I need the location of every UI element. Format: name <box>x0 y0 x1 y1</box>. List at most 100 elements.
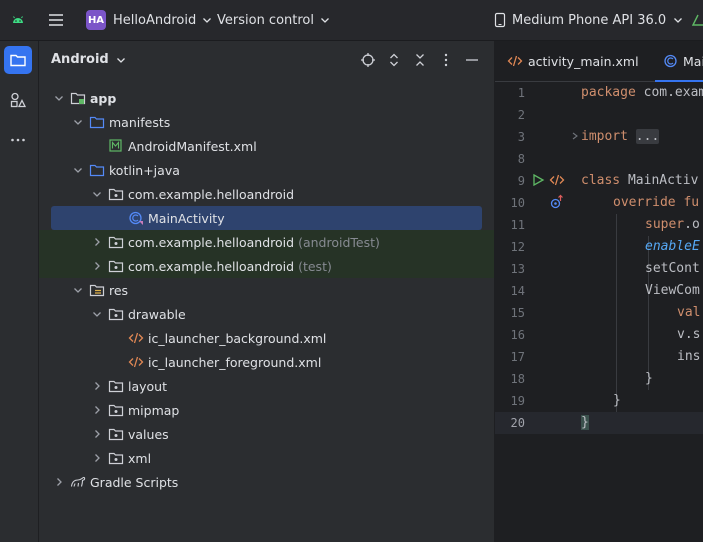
project-badge: HA <box>86 10 106 30</box>
line-number: 15 <box>510 306 525 320</box>
tree-item-kotlin-java[interactable]: kotlin+java <box>39 158 494 182</box>
kotlin-class-icon <box>663 53 679 69</box>
chevron-down-icon[interactable] <box>91 308 103 320</box>
module-folder-icon <box>70 90 86 106</box>
tree-item-label: com.example.helloandroid <box>128 234 295 250</box>
tree-item-drawable[interactable]: drawable <box>39 302 494 326</box>
tree-item-xml[interactable]: xml <box>39 446 494 470</box>
code-line: ViewCom <box>645 283 700 298</box>
override-gutter-icon[interactable] <box>549 194 565 210</box>
tree-item-layout[interactable]: layout <box>39 374 494 398</box>
line-number: 20 <box>510 416 525 430</box>
chevron-right-icon[interactable] <box>91 404 103 416</box>
more-tools-button[interactable] <box>4 126 32 154</box>
xml-file-icon <box>128 354 144 370</box>
code-area[interactable]: package com.exam import ... class MainAc… <box>581 82 703 542</box>
tree-item-ic-launcher-background[interactable]: ic_launcher_background.xml <box>39 326 494 350</box>
package-icon <box>108 234 124 250</box>
tree-item-label: manifests <box>109 114 171 130</box>
android-logo-icon <box>10 0 26 40</box>
tree-item-app[interactable]: app <box>39 86 494 110</box>
main-menu-button[interactable] <box>47 0 65 40</box>
chevron-right-icon[interactable] <box>91 452 103 464</box>
project-panel-header: Android <box>39 41 494 81</box>
collapse-all-icon[interactable] <box>412 52 428 68</box>
tree-item-main-activity[interactable]: MainActivity <box>51 206 482 230</box>
manifest-file-icon <box>108 138 124 154</box>
shapes-icon <box>10 92 27 108</box>
line-number: 1 <box>517 86 525 100</box>
tree-item-label: kotlin+java <box>109 162 180 178</box>
locate-icon[interactable] <box>360 52 376 68</box>
tree-item-label: values <box>128 426 169 442</box>
project-selector[interactable]: HA HelloAndroid <box>86 0 214 40</box>
code-line: class MainActiv <box>581 173 699 188</box>
chevron-down-icon <box>321 18 329 23</box>
chevron-right-icon[interactable] <box>91 260 103 272</box>
tab-activity-main-xml[interactable]: activity_main.xml <box>507 41 639 81</box>
device-selector[interactable]: Medium Phone API 36.0 <box>493 0 685 40</box>
project-tool-button[interactable] <box>4 46 32 74</box>
layout-gutter-icon[interactable] <box>549 173 565 187</box>
line-number: 13 <box>510 262 525 276</box>
tab-label: activity_main.xml <box>528 53 639 69</box>
device-name: Medium Phone API 36.0 <box>512 12 667 28</box>
package-icon <box>108 450 124 466</box>
tree-item-res[interactable]: res <box>39 278 494 302</box>
hide-panel-icon[interactable] <box>464 52 480 68</box>
run-gutter-icon[interactable] <box>531 173 545 187</box>
chevron-right-icon[interactable] <box>91 428 103 440</box>
run-indicator-icon[interactable] <box>692 0 703 40</box>
package-icon <box>108 426 124 442</box>
tree-item-label: res <box>109 282 129 298</box>
code-line: setCont <box>645 261 700 276</box>
line-number: 16 <box>510 328 525 342</box>
gradle-icon <box>70 474 86 490</box>
chevron-down-icon[interactable] <box>91 188 103 200</box>
chevron-right-icon[interactable] <box>91 380 103 392</box>
chevron-right-icon[interactable] <box>53 476 65 488</box>
chevron-down-icon <box>674 18 683 23</box>
package-icon <box>108 378 124 394</box>
more-horizontal-icon <box>11 138 25 142</box>
hamburger-icon <box>49 14 63 26</box>
chevron-down-icon[interactable] <box>53 92 65 104</box>
tab-main-activity[interactable]: Mai <box>663 41 703 81</box>
view-selector[interactable]: Android <box>51 52 128 67</box>
code-line: } <box>645 371 653 386</box>
code-line: } <box>581 415 589 430</box>
version-control-label: Version control <box>217 12 314 28</box>
project-panel: Android app manifests AndroidManifest.xm… <box>39 41 495 542</box>
version-control-menu[interactable]: Version control <box>217 0 332 40</box>
tree-item-ic-launcher-foreground[interactable]: ic_launcher_foreground.xml <box>39 350 494 374</box>
tree-item-mipmap[interactable]: mipmap <box>39 398 494 422</box>
fold-expand-icon[interactable] <box>570 131 580 141</box>
tree-item-package-test[interactable]: com.example.helloandroid (test) <box>39 254 494 278</box>
code-line: val <box>677 305 701 320</box>
tree-item-label: mipmap <box>128 402 180 418</box>
chevron-down-icon[interactable] <box>72 116 84 128</box>
chevron-down-icon <box>203 18 212 23</box>
resource-manager-button[interactable] <box>4 86 32 114</box>
chevron-down-icon[interactable] <box>72 164 84 176</box>
panel-title: Android <box>51 52 109 67</box>
folded-imports[interactable]: ... <box>635 129 660 144</box>
tree-item-android-manifest[interactable]: AndroidManifest.xml <box>39 134 494 158</box>
tree-item-manifests[interactable]: manifests <box>39 110 494 134</box>
tree-item-values[interactable]: values <box>39 422 494 446</box>
chevron-down-icon[interactable] <box>72 284 84 296</box>
resource-folder-icon <box>89 282 105 298</box>
line-number: 3 <box>517 130 525 144</box>
tree-item-package[interactable]: com.example.helloandroid <box>39 182 494 206</box>
line-number: 2 <box>517 108 525 122</box>
options-icon[interactable] <box>438 52 454 68</box>
tree-item-gradle-scripts[interactable]: Gradle Scripts <box>39 470 494 494</box>
code-line: import ... <box>581 129 660 144</box>
tool-window-stripe <box>0 41 39 542</box>
title-bar: HA HelloAndroid Version control Medium P… <box>0 0 703 41</box>
package-icon <box>108 306 124 322</box>
chevron-right-icon[interactable] <box>91 236 103 248</box>
line-number: 18 <box>510 372 525 386</box>
tree-item-package-android-test[interactable]: com.example.helloandroid (androidTest) <box>39 230 494 254</box>
expand-all-icon[interactable] <box>386 52 402 68</box>
